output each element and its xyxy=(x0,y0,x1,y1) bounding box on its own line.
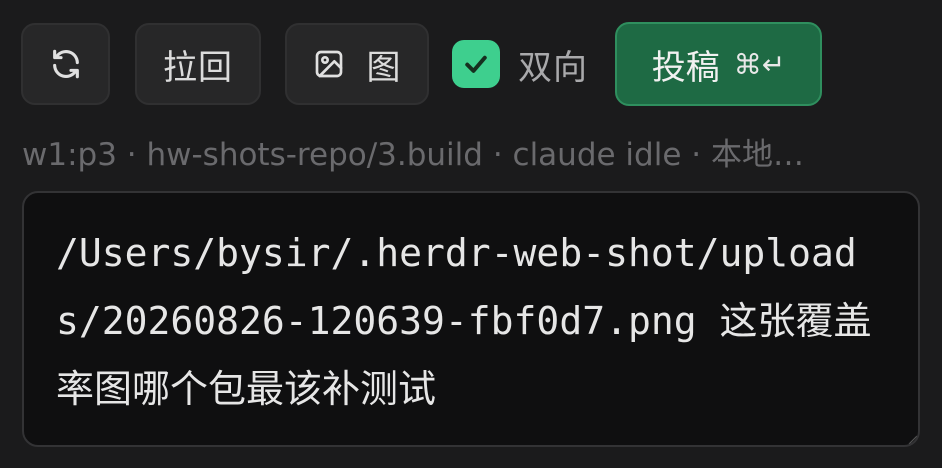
refresh-button[interactable] xyxy=(21,23,110,105)
submit-shortcut: ⌘↵ xyxy=(733,47,786,81)
image-button[interactable]: 图 xyxy=(285,23,429,105)
image-label: 图 xyxy=(366,47,402,88)
submit-label: 投稿 xyxy=(651,47,720,88)
image-icon xyxy=(313,48,345,80)
refresh-icon xyxy=(49,47,83,81)
pull-back-button[interactable]: 拉回 xyxy=(135,23,261,105)
submit-button[interactable]: 投稿 ⌘↵ xyxy=(615,22,822,106)
check-icon xyxy=(465,55,487,73)
pull-back-label: 拉回 xyxy=(163,47,233,88)
resize-handle-icon[interactable] xyxy=(908,435,918,445)
status-line: w1:p3 · hw-shots-repo/3.build · claude i… xyxy=(22,137,804,173)
bidirectional-toggle[interactable]: 双向 xyxy=(452,40,588,88)
bidirectional-checkbox[interactable] xyxy=(452,40,500,88)
prompt-input-text[interactable]: /Users/bysir/.herdr-web-shot/uploads/202… xyxy=(56,219,896,423)
bidirectional-label: 双向 xyxy=(518,47,588,88)
toolbar: 拉回 图 双向 投稿 ⌘↵ xyxy=(0,0,942,130)
prompt-input[interactable]: /Users/bysir/.herdr-web-shot/uploads/202… xyxy=(22,191,920,447)
